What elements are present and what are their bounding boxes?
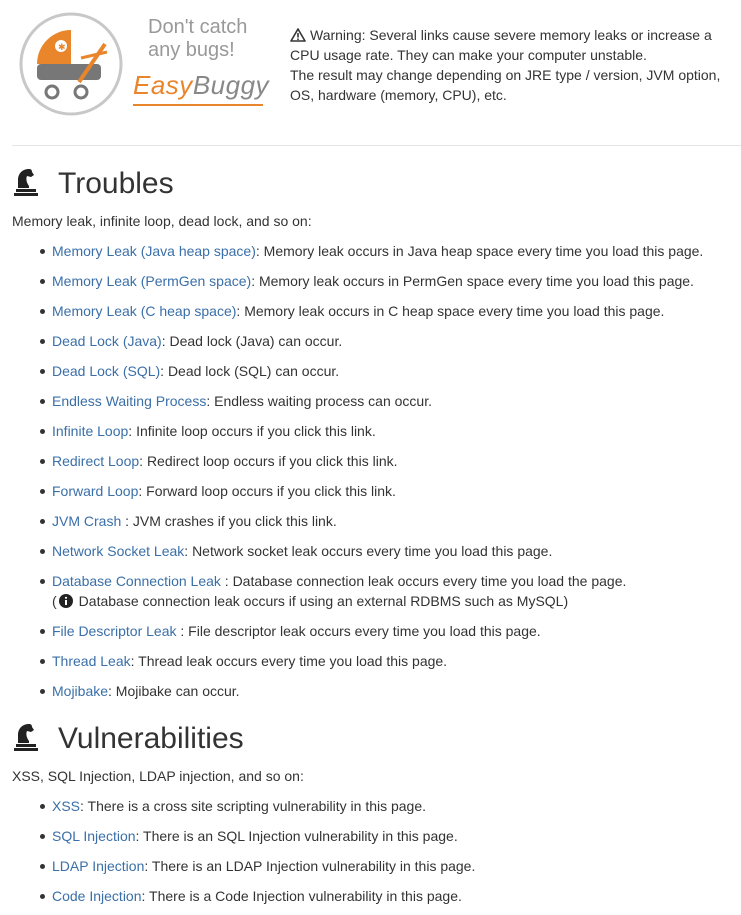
brand-part-easy: Easy <box>133 70 193 100</box>
bullet <box>40 894 45 899</box>
troubles-heading: Troubles <box>12 166 174 202</box>
bullet <box>40 834 45 839</box>
bullet <box>40 579 45 584</box>
svg-text:✱: ✱ <box>58 43 66 53</box>
bullet <box>40 399 45 404</box>
redirect-loop-link[interactable]: Redirect Loop <box>52 453 139 469</box>
item-description: : There is an SQL Injection vulnerabilit… <box>135 828 458 844</box>
bullet <box>40 309 45 314</box>
database-connection-leak-link[interactable]: Database Connection Leak <box>52 573 221 589</box>
bullet <box>40 549 45 554</box>
item-description: : There is a cross site scripting vulner… <box>80 798 427 814</box>
item-description: : There is an LDAP Injection vulnerabili… <box>144 858 476 874</box>
troubles-intro: Memory leak, infinite loop, dead lock, a… <box>12 213 312 229</box>
warning-line-2: The result may change depending on JRE t… <box>290 67 721 103</box>
item-description: : Database connection leak occurs every … <box>220 573 627 589</box>
dead-lock-java-link[interactable]: Dead Lock (Java) <box>52 333 162 349</box>
sql-injection-link[interactable]: SQL Injection <box>52 828 136 844</box>
item-note: ( Database connection leak occurs if usin… <box>52 591 568 611</box>
brand-underline <box>133 104 263 106</box>
item-description: : JVM crashes if you click this link. <box>121 513 337 529</box>
bullet <box>40 864 45 869</box>
bullet <box>40 339 45 344</box>
file-descriptor-leak-link[interactable]: File Descriptor Leak <box>52 623 177 639</box>
warning-icon <box>290 28 306 42</box>
item-description: : Dead lock (Java) can occur. <box>161 333 343 349</box>
divider <box>12 145 741 146</box>
xss-link[interactable]: XSS <box>52 798 80 814</box>
item-description: : Mojibake can occur. <box>108 683 240 699</box>
bullet <box>40 689 45 694</box>
item-description: : Redirect loop occurs if you click this… <box>139 453 398 469</box>
memory-leak-c-heap-link[interactable]: Memory Leak (C heap space) <box>52 303 236 319</box>
item-description: : Memory leak occurs in PermGen space ev… <box>251 273 694 289</box>
bullet <box>40 369 45 374</box>
network-socket-leak-link[interactable]: Network Socket Leak <box>52 543 184 559</box>
item-description: : Memory leak occurs in Java heap space … <box>255 243 704 259</box>
item-description: : Endless waiting process can occur. <box>206 393 432 409</box>
page-header: ✱ Don't catch any bugs! EasyBuggy Warnin… <box>0 0 741 145</box>
chess-knight-icon <box>14 724 38 751</box>
bullet <box>40 519 45 524</box>
vulnerabilities-title: Vulnerabilities <box>58 722 244 755</box>
warning-message: Warning: Several links cause severe memo… <box>290 25 735 105</box>
item-description: : There is a Code Injection vulnerabilit… <box>141 888 462 904</box>
item-description: : Memory leak occurs in C heap space eve… <box>236 303 665 319</box>
item-description: : Network socket leak occurs every time … <box>184 543 553 559</box>
item-description: : Dead lock (SQL) can occur. <box>160 363 340 379</box>
stroller-logo-icon: ✱ <box>19 12 123 116</box>
bullet <box>40 279 45 284</box>
ldap-injection-link[interactable]: LDAP Injection <box>52 858 144 874</box>
bullet <box>40 804 45 809</box>
bullet <box>40 459 45 464</box>
thread-leak-link[interactable]: Thread Leak <box>52 653 131 669</box>
bullet <box>40 249 45 254</box>
vulnerabilities-heading: Vulnerabilities <box>12 721 244 757</box>
memory-leak-java-heap-link[interactable]: Memory Leak (Java heap space) <box>52 243 256 259</box>
note-paren: ( <box>52 593 57 609</box>
mojibake-link[interactable]: Mojibake <box>52 683 108 699</box>
chess-knight-icon <box>14 169 38 196</box>
forward-loop-link[interactable]: Forward Loop <box>52 483 138 499</box>
warning-line-1: Warning: Several links cause severe memo… <box>290 27 712 63</box>
endless-waiting-process-link[interactable]: Endless Waiting Process <box>52 393 206 409</box>
infinite-loop-link[interactable]: Infinite Loop <box>52 423 128 439</box>
brand-part-buggy: Buggy <box>192 70 270 100</box>
vulnerabilities-intro: XSS, SQL Injection, LDAP injection, and … <box>12 768 304 784</box>
code-injection-link[interactable]: Code Injection <box>52 888 142 904</box>
info-icon <box>58 594 73 608</box>
bullet <box>40 489 45 494</box>
memory-leak-permgen-link[interactable]: Memory Leak (PermGen space) <box>52 273 251 289</box>
note-text: Database connection leak occurs if using… <box>78 593 569 609</box>
item-description: : Forward loop occurs if you click this … <box>138 483 396 499</box>
brand-name: EasyBuggy <box>133 70 269 101</box>
bullet <box>40 429 45 434</box>
dead-lock-sql-link[interactable]: Dead Lock (SQL) <box>52 363 160 379</box>
bullet <box>40 659 45 664</box>
bullet <box>40 629 45 634</box>
item-description: : Infinite loop occurs if you click this… <box>128 423 376 439</box>
troubles-title: Troubles <box>58 167 174 200</box>
item-description: : File descriptor leak occurs every time… <box>176 623 541 639</box>
tagline: Don't catch any bugs! <box>148 16 248 61</box>
item-description: : Thread leak occurs every time you load… <box>130 653 448 669</box>
jvm-crash-link[interactable]: JVM Crash <box>52 513 121 529</box>
